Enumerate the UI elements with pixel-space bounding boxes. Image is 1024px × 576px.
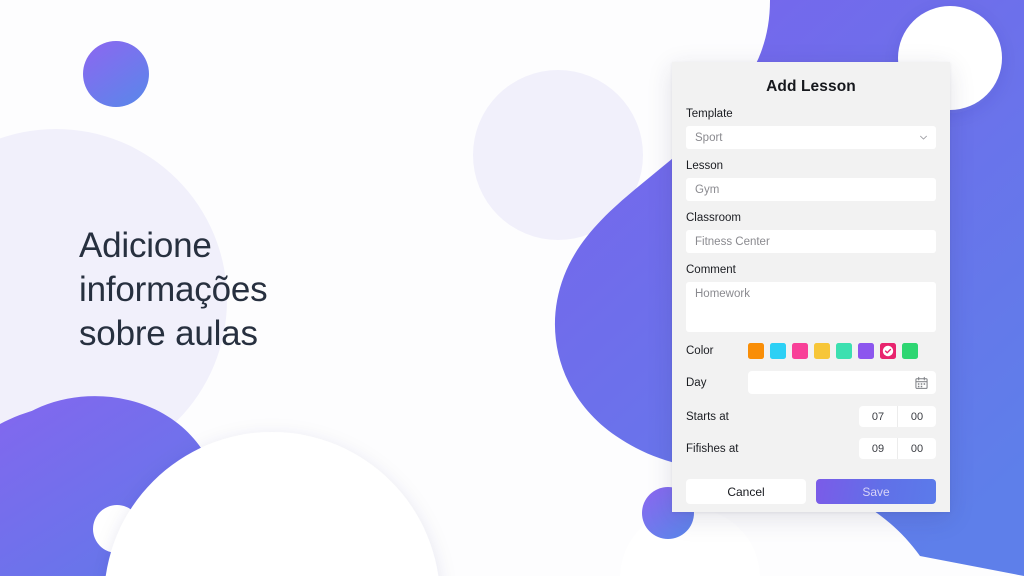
color-swatch-pink[interactable]: [792, 343, 808, 359]
finishes-at-label: Fifishes at: [686, 442, 739, 455]
finishes-at-time-picker[interactable]: 09 00: [859, 438, 936, 459]
calendar-icon[interactable]: [915, 376, 928, 389]
color-swatch-crimson[interactable]: [880, 343, 896, 359]
day-label: Day: [686, 376, 707, 389]
add-lesson-dialog: Add Lesson Template Sport Lesson Gym Cla…: [672, 62, 950, 512]
dialog-actions: Cancel Save: [672, 470, 950, 504]
classroom-label: Classroom: [686, 212, 741, 224]
starts-at-label: Starts at: [686, 410, 729, 423]
color-swatch-violet[interactable]: [858, 343, 874, 359]
classroom-placeholder: Fitness Center: [695, 235, 770, 248]
save-button[interactable]: Save: [816, 479, 936, 504]
starts-at-row: Starts at 07 00: [686, 406, 936, 427]
day-row: Day: [686, 371, 936, 394]
template-label: Template: [686, 108, 733, 120]
starts-at-minute[interactable]: 00: [897, 406, 936, 427]
chevron-down-icon: [919, 133, 928, 142]
color-swatch-mint[interactable]: [836, 343, 852, 359]
check-circle-icon: [880, 343, 896, 359]
page-headline: Adicione informações sobre aulas: [79, 226, 268, 353]
lesson-placeholder: Gym: [695, 183, 720, 196]
color-label: Color: [686, 345, 714, 357]
comment-label: Comment: [686, 264, 736, 276]
classroom-input[interactable]: Fitness Center: [686, 230, 936, 253]
template-value: Sport: [695, 131, 723, 144]
comment-placeholder: Homework: [695, 288, 750, 300]
finishes-at-minute[interactable]: 00: [897, 438, 936, 459]
finishes-at-hour[interactable]: 09: [859, 438, 897, 459]
color-swatch-group[interactable]: [748, 343, 918, 359]
cancel-button[interactable]: Cancel: [686, 479, 806, 504]
template-select[interactable]: Sport: [686, 126, 936, 149]
color-row: Color: [686, 343, 936, 359]
starts-at-time-picker[interactable]: 07 00: [859, 406, 936, 427]
day-input[interactable]: [748, 371, 936, 394]
comment-textarea[interactable]: Homework: [686, 282, 936, 332]
gradient-circle-top-left: [83, 41, 149, 107]
lesson-input[interactable]: Gym: [686, 178, 936, 201]
starts-at-hour[interactable]: 07: [859, 406, 897, 427]
lesson-label: Lesson: [686, 160, 724, 172]
finishes-at-row: Fifishes at 09 00: [686, 438, 936, 459]
slide-canvas: Adicione informações sobre aulas Add Les…: [0, 0, 1024, 576]
dialog-title: Add Lesson: [766, 78, 856, 95]
color-swatch-green[interactable]: [902, 343, 918, 359]
lesson-form: Template Sport Lesson Gym Classroom Fitn…: [672, 96, 950, 459]
color-swatch-cyan[interactable]: [770, 343, 786, 359]
color-swatch-orange[interactable]: [748, 343, 764, 359]
color-swatch-yellow[interactable]: [814, 343, 830, 359]
